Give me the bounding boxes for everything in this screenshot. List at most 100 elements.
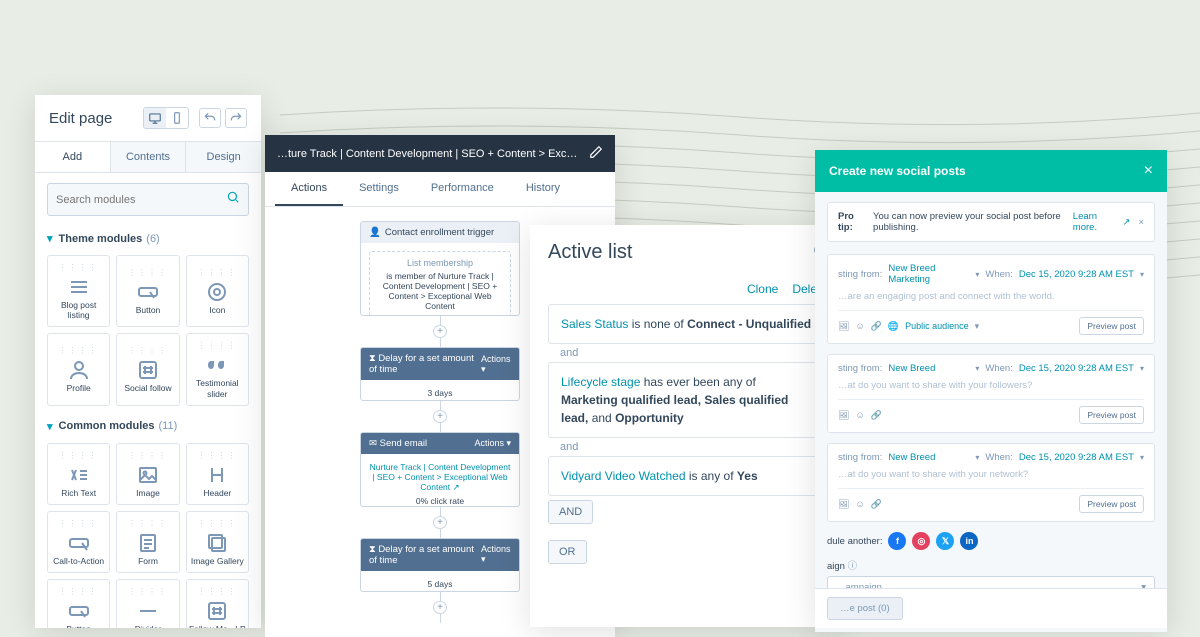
theme-module-social-follow[interactable]: ⋮⋮⋮⋮Social follow (116, 333, 179, 405)
common-module-form[interactable]: ⋮⋮⋮⋮Form (116, 511, 179, 573)
clone-button[interactable]: Clone (747, 282, 778, 296)
pro-tip-banner: Pro tip: You can now preview your social… (827, 202, 1155, 242)
search-modules-input[interactable] (47, 183, 249, 216)
tab-contents[interactable]: Contents (110, 142, 186, 172)
external-link-icon: ↗ (453, 482, 460, 492)
emoji-icon[interactable]: ☺ (855, 321, 864, 332)
linkedin-icon[interactable]: in (960, 532, 978, 550)
gallery-icon (205, 530, 229, 556)
emoji-icon[interactable]: ☺ (855, 410, 864, 421)
common-modules-header[interactable]: ▾ Common modules (11) (35, 414, 261, 439)
or-button[interactable]: OR (548, 540, 587, 564)
emoji-icon[interactable]: ☺ (855, 499, 864, 510)
common-module-button[interactable]: ⋮⋮⋮⋮Button (47, 579, 110, 628)
active-list-panel: Active list Clone Delete Sales Status is… (530, 225, 845, 627)
add-step-button[interactable]: + (433, 516, 447, 529)
search-field[interactable] (56, 194, 226, 206)
filter-2[interactable]: Lifecycle stage has ever been any of Mar… (548, 362, 827, 438)
wf-tab-performance[interactable]: Performance (415, 172, 510, 206)
tab-add[interactable]: Add (35, 142, 110, 172)
theme-module-profile[interactable]: ⋮⋮⋮⋮Profile (47, 333, 110, 405)
facebook-icon[interactable]: f (888, 532, 906, 550)
actions-dropdown[interactable]: Actions ▾ (481, 354, 511, 375)
theme-module-button[interactable]: ⋮⋮⋮⋮Button (116, 255, 179, 327)
email-link[interactable]: Nurture Track | Content Development | SE… (370, 462, 511, 492)
hourglass-icon: ⧗ (369, 353, 376, 364)
theme-modules-header[interactable]: ▾ Theme modules (6) (35, 226, 261, 251)
enrollment-card[interactable]: 👤Contact enrollment trigger List members… (360, 221, 520, 316)
drag-handle-icon: ⋮⋮⋮⋮ (128, 520, 168, 528)
dismiss-tip-icon[interactable]: × (1138, 217, 1144, 228)
posting-from-select[interactable]: New Breed (888, 363, 969, 374)
chevron-down-icon: ▾ (47, 232, 53, 245)
delay-card-2[interactable]: ⧗ Delay for a set amount of timeActions … (360, 538, 520, 592)
post-text-input[interactable]: …are an engaging post and connect with t… (838, 291, 1144, 302)
filter-1[interactable]: Sales Status is none of Connect - Unqual… (548, 304, 827, 344)
edit-tabs: Add Contents Design (35, 141, 261, 173)
connector-and: and (548, 438, 827, 456)
add-step-button[interactable]: + (433, 325, 447, 338)
add-step-button[interactable]: + (433, 601, 447, 614)
common-module-follow-me-lp[interactable]: ⋮⋮⋮⋮Follow Me - LP (186, 579, 249, 628)
globe-icon: 🌐 (888, 321, 899, 332)
link-icon[interactable]: 🔗 (871, 499, 882, 510)
filter-3[interactable]: Vidyard Video Watched is any of Yes (548, 456, 827, 496)
posting-from-select[interactable]: New Breed Marketing (888, 263, 969, 285)
wf-tab-settings[interactable]: Settings (343, 172, 415, 206)
common-module-divider[interactable]: ⋮⋮⋮⋮Divider (116, 579, 179, 628)
schedule-post-button[interactable]: …e post (0) (827, 597, 903, 620)
post-text-input[interactable]: …at do you want to share with your follo… (838, 380, 1144, 391)
theme-module-testimonial-slider[interactable]: ⋮⋮⋮⋮Testimonial slider (186, 333, 249, 405)
schedule-another-label: dule another: (827, 536, 882, 547)
preview-post-button[interactable]: Preview post (1079, 495, 1144, 513)
common-module-image[interactable]: ⋮⋮⋮⋮Image (116, 443, 179, 505)
actions-dropdown[interactable]: Actions ▾ (474, 438, 511, 449)
close-icon[interactable]: × (1144, 162, 1153, 180)
and-button[interactable]: AND (548, 500, 593, 524)
drag-handle-icon: ⋮⋮⋮⋮ (59, 520, 99, 528)
theme-module-blog-post-listing[interactable]: ⋮⋮⋮⋮Blog post listing (47, 255, 110, 327)
desktop-toggle[interactable] (144, 108, 166, 128)
edit-icon[interactable] (589, 145, 603, 162)
link-icon[interactable]: 🔗 (871, 321, 882, 332)
delay-card-1[interactable]: ⧗ Delay for a set amount of timeActions … (360, 347, 520, 401)
redo-button[interactable] (225, 108, 247, 128)
common-module-header[interactable]: ⋮⋮⋮⋮Header (186, 443, 249, 505)
preview-post-button[interactable]: Preview post (1079, 406, 1144, 424)
active-list-title: Active list (548, 241, 813, 264)
wf-tab-history[interactable]: History (510, 172, 576, 206)
drag-handle-icon: ⋮⋮⋮⋮ (128, 452, 168, 460)
undo-button[interactable] (199, 108, 221, 128)
common-module-call-to-action[interactable]: ⋮⋮⋮⋮Call-to-Action (47, 511, 110, 573)
learn-more-link[interactable]: Learn more. (1073, 211, 1115, 233)
audience-select[interactable]: Public audience (905, 321, 969, 332)
common-module-rich-text[interactable]: ⋮⋮⋮⋮Rich Text (47, 443, 110, 505)
image-icon[interactable]: 🖼 (838, 499, 849, 510)
mobile-toggle[interactable] (166, 108, 188, 128)
when-select[interactable]: Dec 15, 2020 9:28 AM EST (1019, 452, 1134, 463)
hash-icon (136, 357, 160, 383)
link-icon[interactable]: 🔗 (871, 410, 882, 421)
post-text-input[interactable]: …at do you want to share with your netwo… (838, 469, 1144, 480)
wf-tab-actions[interactable]: Actions (275, 172, 343, 206)
instagram-icon[interactable]: ◎ (912, 532, 930, 550)
when-select[interactable]: Dec 15, 2020 9:28 AM EST (1019, 269, 1134, 280)
add-step-button[interactable]: + (433, 410, 447, 423)
help-icon[interactable]: ⓘ (848, 561, 858, 572)
drag-handle-icon: ⋮⋮⋮⋮ (197, 588, 237, 596)
posting-from-select[interactable]: New Breed (888, 452, 969, 463)
hourglass-icon: ⧗ (369, 544, 376, 555)
actions-dropdown[interactable]: Actions ▾ (481, 544, 511, 565)
drag-handle-icon: ⋮⋮⋮⋮ (128, 588, 168, 596)
when-select[interactable]: Dec 15, 2020 9:28 AM EST (1019, 363, 1134, 374)
theme-module-icon[interactable]: ⋮⋮⋮⋮Icon (186, 255, 249, 327)
mail-icon: ✉ (369, 438, 377, 449)
tab-design[interactable]: Design (185, 142, 261, 172)
send-email-card[interactable]: ✉ Send emailActions ▾ Nurture Track | Co… (360, 432, 520, 506)
preview-post-button[interactable]: Preview post (1079, 317, 1144, 335)
common-module-image-gallery[interactable]: ⋮⋮⋮⋮Image Gallery (186, 511, 249, 573)
image-icon[interactable]: 🖼 (838, 321, 849, 332)
image-icon[interactable]: 🖼 (838, 410, 849, 421)
twitter-icon[interactable]: 𝕏 (936, 532, 954, 550)
social-bottom-bar: …e post (0) (815, 588, 1167, 628)
